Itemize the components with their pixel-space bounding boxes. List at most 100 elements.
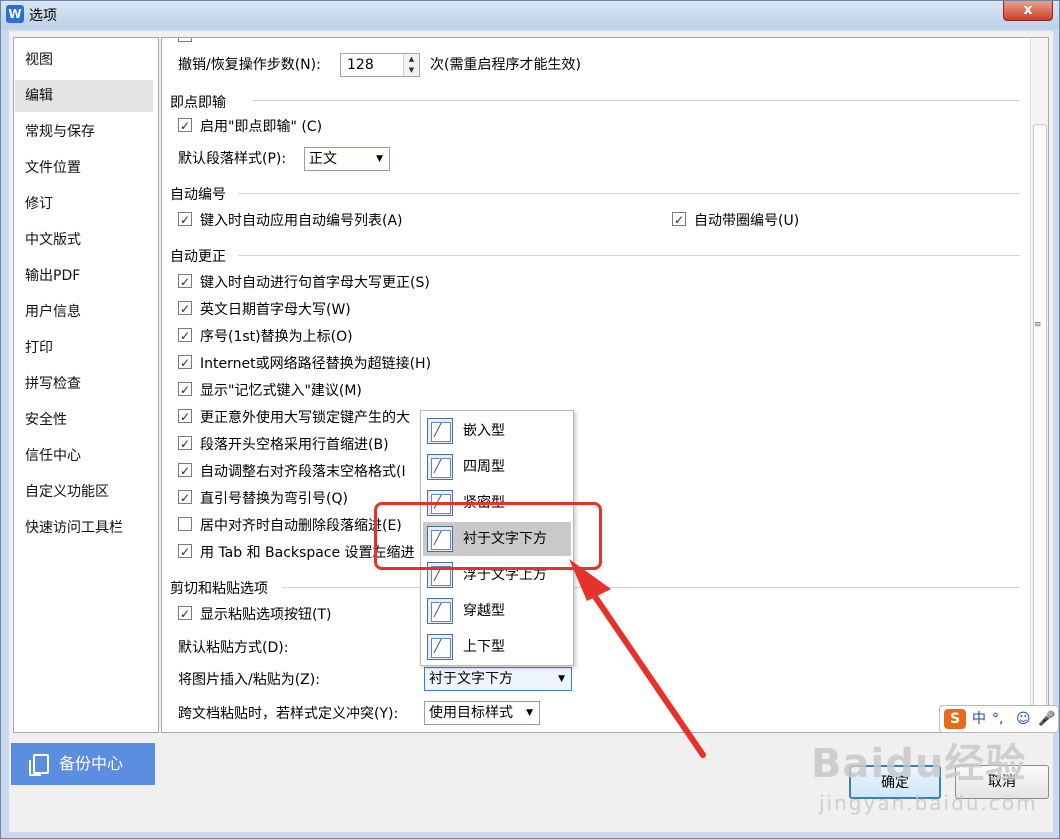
section-divider [282, 587, 1020, 588]
nav-item-revision[interactable]: 修订 [15, 188, 153, 220]
wrap-option-label: 四周型 [463, 459, 505, 475]
nav-item-general-save[interactable]: 常规与保存 [15, 116, 153, 148]
autocorrect-label: 序号(1st)替换为上标(O) [200, 329, 353, 345]
autocorrect-checkbox[interactable] [178, 271, 192, 293]
nav-item-security[interactable]: 安全性 [15, 404, 153, 436]
autocorrect-checkbox[interactable] [178, 298, 192, 320]
options-dialog: W 选项 x 视图 编辑 常规与保存 文件位置 修订 中文版式 输出PDF 用户… [0, 0, 1060, 839]
show-paste-button-checkbox[interactable] [178, 603, 192, 625]
insert-picture-select[interactable]: 衬于文字下方 ▼ [424, 667, 572, 691]
autocorrect-label: 显示"记忆式键入"建议(M) [200, 383, 362, 399]
autocorrect-item[interactable]: 段落开头空格采用行首缩进(B) [178, 433, 389, 456]
default-para-style-select[interactable]: 正文 ▼ [304, 147, 390, 171]
spinner-arrows-icon[interactable]: ▲ ▼ [403, 54, 419, 76]
nav-item-trust-center[interactable]: 信任中心 [15, 440, 153, 472]
auto-number-list-label: 键入时自动应用自动编号列表(A) [200, 213, 403, 229]
chevron-down-icon: ▼ [558, 674, 565, 684]
nav-item-view[interactable]: 视图 [15, 44, 153, 76]
undo-steps-spinner[interactable]: 128 ▲ ▼ [340, 53, 420, 77]
sogou-logo-icon[interactable]: S [944, 709, 966, 729]
backup-center-button[interactable]: 备份中心 [11, 743, 155, 785]
punctuation-icon[interactable]: °, [992, 710, 1003, 728]
nav-item-customize-ribbon[interactable]: 自定义功能区 [15, 476, 153, 508]
default-para-style-value: 正文 [309, 151, 337, 167]
close-button[interactable]: x [1003, 1, 1053, 21]
watermark-url: jingyan.baidu.com [819, 791, 1038, 815]
wrap-option-inline[interactable]: 嵌入型 [423, 414, 571, 448]
autocorrect-label: 段落开头空格采用行首缩进(B) [200, 437, 389, 453]
section-title-autocorrect: 自动更正 [170, 249, 226, 265]
nav-item-spell-check[interactable]: 拼写检查 [15, 368, 153, 400]
undo-steps-row: 撤销/恢复操作步数(N): [178, 54, 321, 76]
autocorrect-item[interactable]: 居中对齐时自动删除段落缩进(E) [178, 515, 402, 537]
microphone-icon[interactable]: 🎤 [1038, 710, 1055, 728]
nav-item-export-pdf[interactable]: 输出PDF [15, 260, 153, 292]
autocorrect-item[interactable]: 键入时自动进行句首字母大写更正(S) [178, 271, 430, 294]
autocorrect-checkbox[interactable] [178, 352, 192, 374]
auto-circled-number-row[interactable]: 自动带圈编号(U) [672, 209, 799, 232]
autocorrect-checkbox[interactable] [178, 406, 192, 428]
wps-logo-icon: W [6, 5, 24, 23]
section-divider [238, 193, 1020, 194]
cross-doc-paste-label: 跨文档粘贴时，若样式定义冲突(Y): [178, 706, 399, 722]
autocorrect-checkbox[interactable] [178, 517, 192, 531]
autocorrect-item[interactable]: 直引号替换为弯引号(Q) [178, 487, 348, 510]
autocorrect-checkbox[interactable] [178, 460, 192, 482]
autocorrect-item[interactable]: Internet或网络路径替换为超链接(H) [178, 352, 432, 375]
autocorrect-label: 居中对齐时自动删除段落缩进(E) [200, 518, 402, 534]
section-title-paste: 剪切和粘贴选项 [170, 581, 268, 597]
nav-item-user-info[interactable]: 用户信息 [15, 296, 153, 328]
nav-item-file-location[interactable]: 文件位置 [15, 152, 153, 184]
show-paste-button-label: 显示粘贴选项按钮(T) [200, 607, 332, 623]
ime-mode-toggle[interactable]: 中 [972, 710, 986, 728]
scrollbar-grip-icon: ≡ [1034, 320, 1042, 330]
enable-click-type-checkbox[interactable] [178, 115, 192, 137]
nav-item-edit[interactable]: 编辑 [15, 80, 153, 112]
show-paste-button-row[interactable]: 显示粘贴选项按钮(T) [178, 603, 332, 626]
autocorrect-checkbox[interactable] [178, 487, 192, 509]
watermark-logo: Baidu经验 [811, 741, 1027, 787]
autocorrect-checkbox[interactable] [178, 433, 192, 455]
wrap-option-label: 穿越型 [463, 603, 505, 619]
autocorrect-label: 直引号替换为弯引号(Q) [200, 491, 348, 507]
undo-steps-suffix: 次(需重启程序才能生效) [430, 57, 581, 73]
emoji-icon[interactable]: ☺ [1016, 710, 1031, 728]
enable-click-type-row[interactable]: 启用"即点即输" (C) [178, 115, 323, 138]
autocorrect-label: 自动调整右对齐段落末空格格式(I [200, 464, 406, 480]
autocorrect-label: Internet或网络路径替换为超链接(H) [200, 356, 432, 372]
dialog-body: 视图 编辑 常规与保存 文件位置 修订 中文版式 输出PDF 用户信息 打印 拼… [9, 31, 1053, 832]
cross-doc-paste-value: 使用目标样式 [429, 705, 513, 721]
nav-item-print[interactable]: 打印 [15, 332, 153, 364]
autocorrect-item[interactable]: 自动调整右对齐段落末空格格式(I [178, 460, 406, 483]
settings-panel: 撤销/恢复操作步数(N): 128 ▲▼ 次(需重启程序才能生效) 即点即输 启… [161, 37, 1049, 733]
undo-steps-value: 128 [347, 57, 374, 73]
autocorrect-label: 键入时自动进行句首字母大写更正(S) [200, 275, 430, 291]
scrollbar-thumb[interactable] [1033, 124, 1047, 714]
cross-doc-paste-select[interactable]: 使用目标样式 ▼ [424, 701, 540, 725]
category-list: 视图 编辑 常规与保存 文件位置 修订 中文版式 输出PDF 用户信息 打印 拼… [13, 37, 159, 733]
annotation-highlight-box [374, 502, 602, 570]
insert-picture-label: 将图片插入/粘贴为(Z): [178, 672, 320, 688]
nav-item-quick-access-toolbar[interactable]: 快速访问工具栏 [15, 512, 153, 544]
autocorrect-item[interactable]: 英文日期首字母大写(W) [178, 298, 351, 321]
checkbox[interactable] [178, 38, 192, 42]
auto-number-list-row[interactable]: 键入时自动应用自动编号列表(A) [178, 209, 403, 232]
wrap-option-top-bottom[interactable]: 上下型 [423, 630, 571, 664]
wrap-option-square[interactable]: 四周型 [423, 450, 571, 484]
autocorrect-checkbox[interactable] [178, 379, 192, 401]
autocorrect-item[interactable]: 显示"记忆式键入"建议(M) [178, 379, 362, 402]
autocorrect-item[interactable]: 更正意外使用大写锁定键产生的大 [178, 406, 410, 429]
auto-circled-number-checkbox[interactable] [672, 209, 686, 231]
wrap-option-label: 上下型 [463, 639, 505, 655]
autocorrect-label: 英文日期首字母大写(W) [200, 302, 351, 318]
nav-item-chinese-layout[interactable]: 中文版式 [15, 224, 153, 256]
window-title: 选项 [29, 8, 57, 24]
enable-click-type-label: 启用"即点即输" (C) [200, 119, 323, 135]
wrap-option-through[interactable]: 穿越型 [423, 594, 571, 628]
autocorrect-checkbox[interactable] [178, 541, 192, 563]
wrap-square-icon [427, 454, 453, 480]
vertical-scrollbar[interactable]: ≡ [1030, 38, 1048, 732]
auto-number-list-checkbox[interactable] [178, 209, 192, 231]
autocorrect-checkbox[interactable] [178, 325, 192, 347]
autocorrect-item[interactable]: 序号(1st)替换为上标(O) [178, 325, 353, 348]
